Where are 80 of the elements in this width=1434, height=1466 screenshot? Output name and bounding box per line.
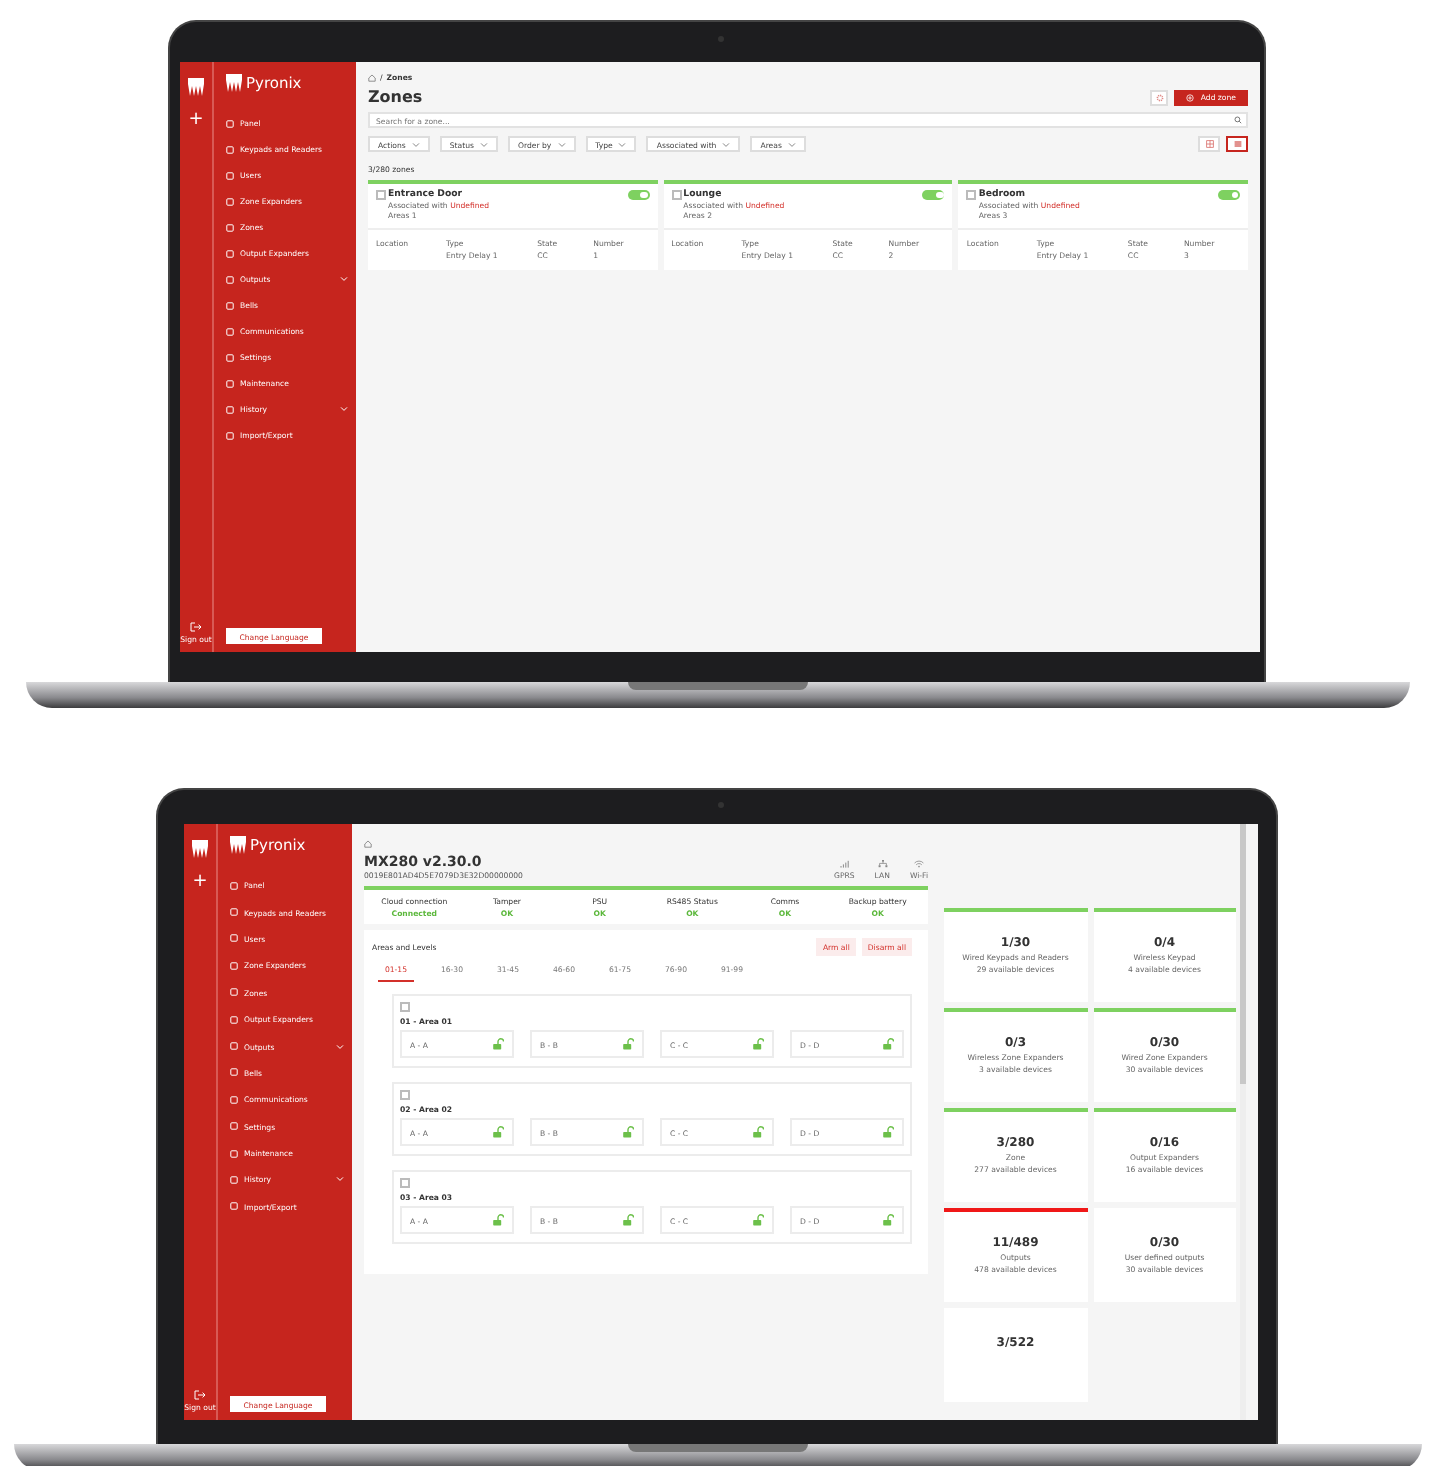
add-button[interactable]: + xyxy=(192,874,208,892)
square-icon xyxy=(226,301,234,309)
caret-icon xyxy=(479,141,488,147)
checkbox[interactable] xyxy=(671,190,682,200)
caret-icon xyxy=(336,1043,344,1050)
caret-icon xyxy=(336,1176,344,1183)
add-button[interactable]: + xyxy=(188,112,204,130)
caret-icon xyxy=(340,276,348,282)
square-icon xyxy=(230,1202,238,1211)
open-padlock-icon[interactable] xyxy=(492,1038,504,1050)
square-icon xyxy=(226,353,234,361)
network-icon xyxy=(877,860,888,868)
square-icon xyxy=(230,1095,238,1104)
open-padlock-icon[interactable] xyxy=(622,1038,634,1050)
open-padlock-icon[interactable] xyxy=(622,1126,634,1138)
square-icon xyxy=(230,1042,238,1051)
square-icon xyxy=(230,1122,238,1131)
caret-icon xyxy=(787,141,796,147)
caret-icon xyxy=(411,141,420,147)
checkbox[interactable] xyxy=(400,1178,410,1188)
signal-icon xyxy=(839,860,850,868)
open-padlock-icon[interactable] xyxy=(622,1214,634,1226)
square-icon xyxy=(230,908,238,917)
toggle-switch[interactable] xyxy=(1218,190,1240,200)
square-icon xyxy=(230,1149,238,1158)
search-icon xyxy=(1234,116,1242,124)
square-icon xyxy=(230,1175,238,1184)
brand-logo-icon xyxy=(226,74,242,92)
square-icon xyxy=(226,275,234,283)
square-icon xyxy=(230,961,238,970)
caret-icon xyxy=(722,141,731,147)
open-padlock-icon[interactable] xyxy=(492,1126,504,1138)
list-icon xyxy=(1233,140,1241,148)
exit-icon xyxy=(194,1390,206,1400)
checkbox[interactable] xyxy=(376,190,386,200)
caret-icon xyxy=(618,141,627,147)
exit-icon xyxy=(190,622,202,632)
square-icon xyxy=(230,1015,238,1024)
open-padlock-icon[interactable] xyxy=(882,1038,894,1050)
square-icon xyxy=(226,405,234,413)
open-padlock-icon[interactable] xyxy=(492,1214,504,1226)
plus-circle-icon xyxy=(1186,93,1195,101)
logo-icon xyxy=(188,78,204,96)
checkbox[interactable] xyxy=(966,190,977,200)
open-padlock-icon[interactable] xyxy=(752,1214,764,1226)
square-icon xyxy=(226,119,234,127)
square-icon xyxy=(226,379,234,387)
logo-icon xyxy=(192,840,208,858)
open-padlock-icon[interactable] xyxy=(752,1038,764,1050)
square-icon xyxy=(226,223,234,231)
square-icon xyxy=(226,145,234,153)
square-icon xyxy=(226,431,234,439)
square-icon xyxy=(230,934,238,943)
caret-icon xyxy=(340,406,348,412)
grid-icon xyxy=(1205,140,1213,148)
home-icon[interactable] xyxy=(364,840,372,848)
square-icon xyxy=(226,327,234,335)
checkbox[interactable] xyxy=(400,1090,410,1100)
open-padlock-icon[interactable] xyxy=(882,1126,894,1138)
square-icon xyxy=(226,197,234,205)
square-icon xyxy=(230,988,238,997)
home-icon[interactable] xyxy=(368,73,376,81)
settings-button[interactable] xyxy=(1150,89,1169,105)
grid-view-button[interactable] xyxy=(1198,136,1220,152)
checkbox[interactable] xyxy=(400,1002,410,1012)
scrollbar[interactable] xyxy=(1240,824,1246,1420)
open-padlock-icon[interactable] xyxy=(882,1214,894,1226)
open-padlock-icon[interactable] xyxy=(752,1126,764,1138)
square-icon xyxy=(226,249,234,257)
list-view-button[interactable] xyxy=(1226,136,1248,152)
brand-logo-icon xyxy=(230,836,246,854)
settings-icon xyxy=(1155,93,1164,101)
wifi-icon xyxy=(913,860,924,868)
square-icon xyxy=(230,881,238,890)
page-title: Zones xyxy=(368,88,425,106)
caret-icon xyxy=(557,141,566,147)
toggle-switch[interactable] xyxy=(627,190,650,200)
square-icon xyxy=(226,171,234,179)
toggle-switch[interactable] xyxy=(922,190,945,200)
square-icon xyxy=(230,1068,238,1077)
